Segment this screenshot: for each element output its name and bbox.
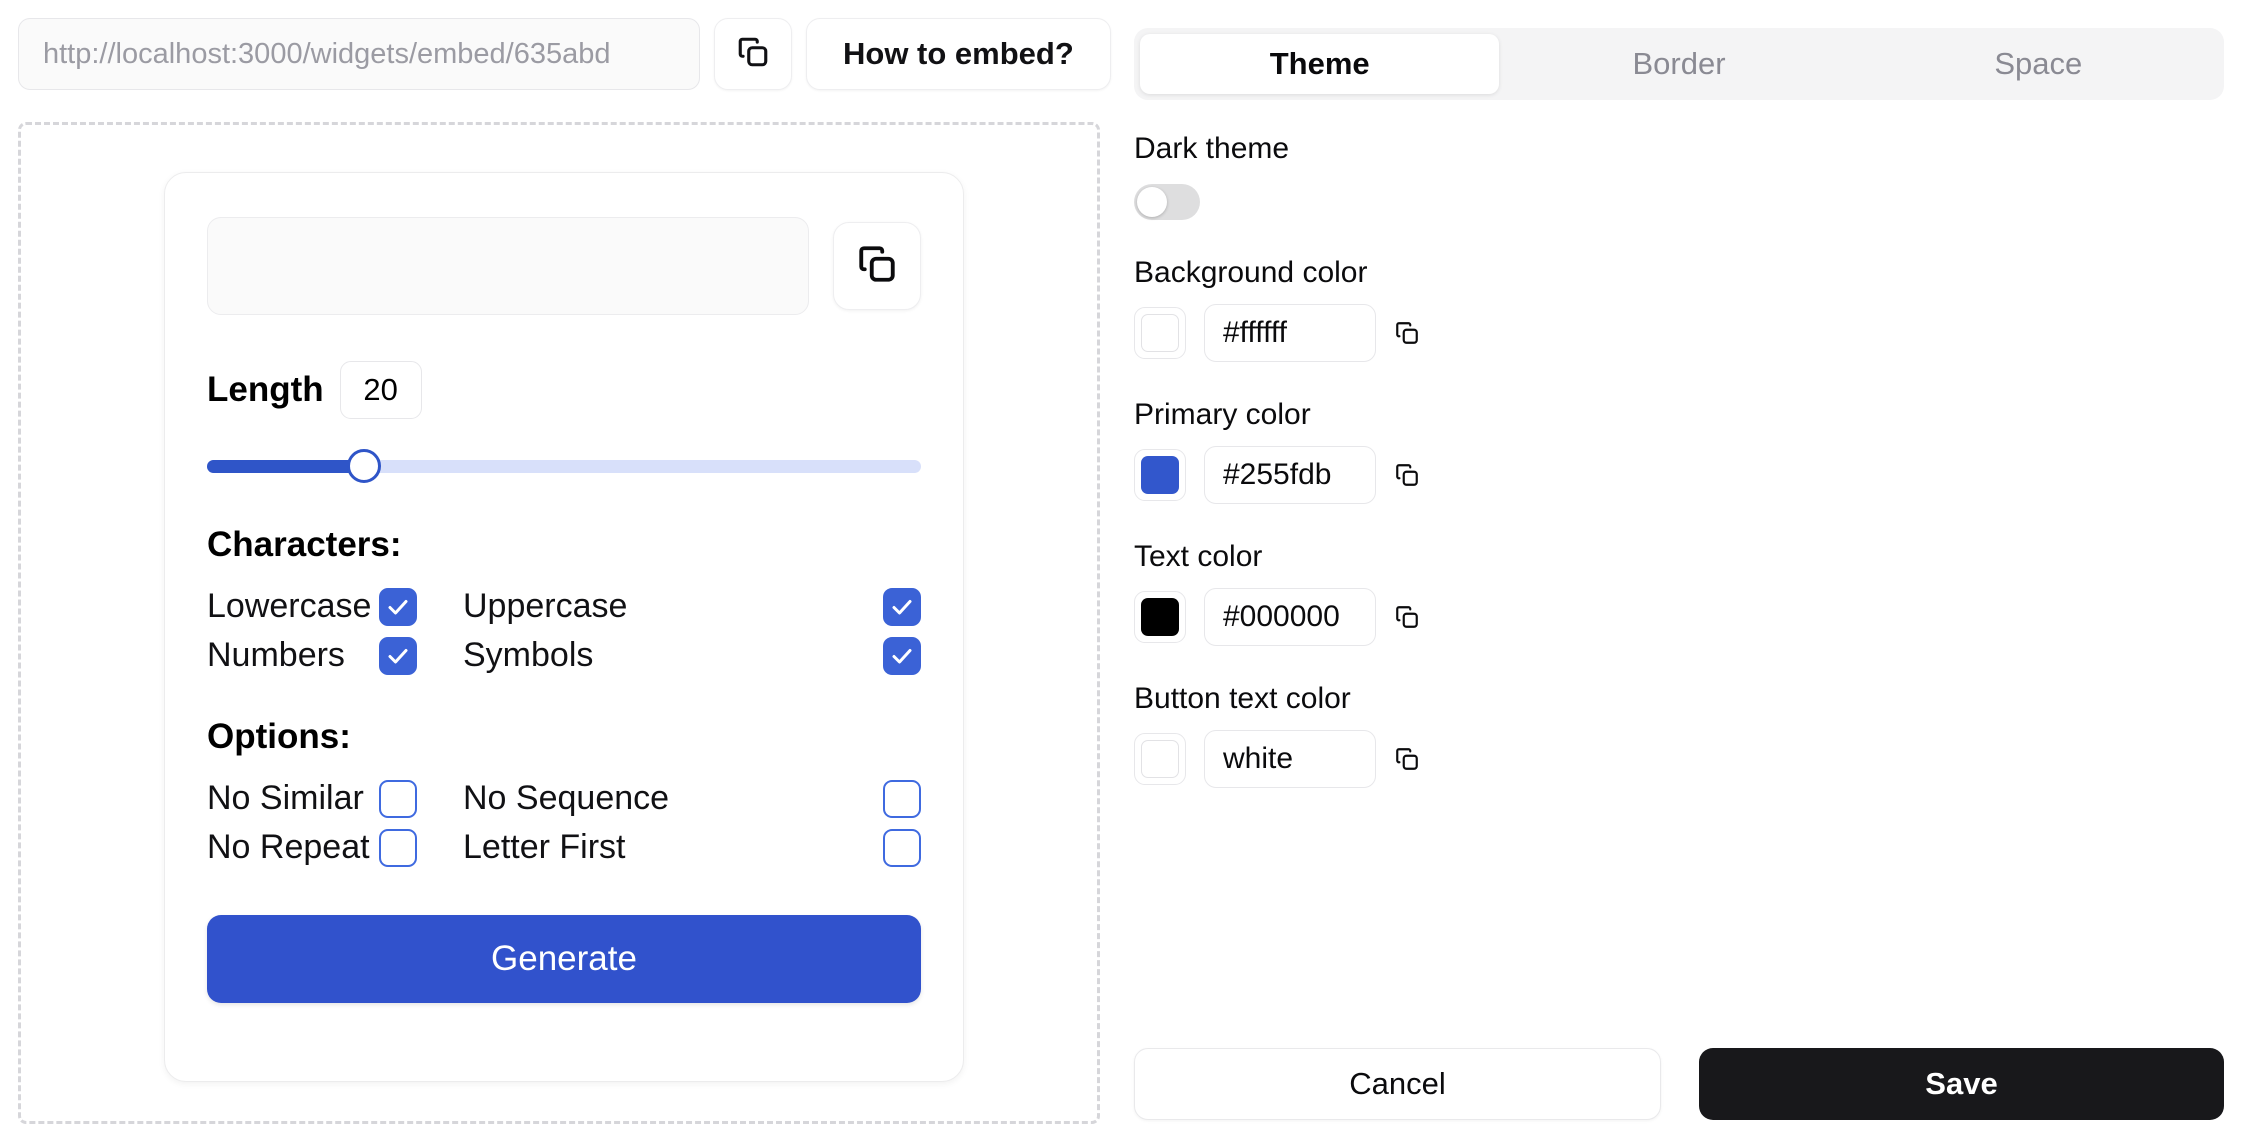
- dark-theme-toggle[interactable]: [1134, 184, 1200, 220]
- generate-button[interactable]: Generate: [207, 915, 921, 1003]
- copy-embed-url-button[interactable]: [714, 18, 792, 90]
- background-color-row: [1134, 304, 2224, 362]
- copy-background-color-button[interactable]: [1394, 320, 1420, 346]
- button-text-color-swatch-button[interactable]: [1134, 733, 1186, 785]
- button-text-color-row: [1134, 730, 2224, 788]
- checkbox-label-symbols: Symbols: [463, 636, 594, 674]
- primary-color-swatch-button[interactable]: [1134, 449, 1186, 501]
- checkbox-no-repeat[interactable]: [379, 828, 417, 867]
- background-color-label: Background color: [1134, 256, 1368, 289]
- text-color-row: [1134, 588, 2224, 646]
- background-color-setting: Background color: [1134, 256, 2224, 362]
- checkbox-label-no-similar: No Similar: [207, 779, 364, 817]
- slider-fill: [207, 460, 365, 473]
- slider-thumb[interactable]: [347, 449, 382, 483]
- settings-pane: Theme Border Space Dark theme Background…: [1120, 0, 2246, 1142]
- check-icon: [388, 648, 408, 663]
- theme-settings: Dark theme Background color #ffffff Prim…: [1134, 132, 2224, 788]
- color-swatch: [1141, 740, 1179, 778]
- preview-pane: How to embed? Length: [0, 0, 1120, 1142]
- checkbox-lowercase[interactable]: [379, 587, 417, 626]
- background-color-input[interactable]: [1204, 304, 1376, 362]
- characters-section-title: Characters:: [207, 525, 402, 564]
- check-icon: [892, 648, 912, 663]
- settings-footer: Cancel Save: [1134, 1048, 2224, 1120]
- checkbox-label-no-repeat: No Repeat: [207, 828, 370, 866]
- dark-theme-label: Dark theme: [1134, 132, 1290, 165]
- button-text-color-input[interactable]: [1204, 730, 1376, 788]
- checkbox-no-similar[interactable]: [379, 779, 417, 818]
- check-icon: [388, 599, 408, 614]
- tab-theme[interactable]: Theme: [1140, 34, 1500, 94]
- checkbox-symbols[interactable]: [883, 636, 921, 675]
- options-checkbox-grid: No Similar No Sequence No Repeat Letter …: [207, 779, 921, 867]
- tab-space[interactable]: Space: [1859, 34, 2218, 94]
- color-swatch: [1141, 314, 1179, 352]
- copy-icon: [736, 35, 770, 74]
- checkbox-no-sequence[interactable]: [883, 779, 921, 818]
- primary-color-label: Primary color: [1134, 398, 1311, 431]
- copy-icon: [1396, 748, 1418, 770]
- checkbox-label-numbers: Numbers: [207, 636, 345, 674]
- checkbox-label-lowercase: Lowercase: [207, 587, 372, 625]
- embed-url-input[interactable]: [18, 18, 700, 90]
- text-color-label: Text color: [1134, 540, 1263, 573]
- primary-color-row: [1134, 446, 2224, 504]
- copy-button-text-color-button[interactable]: [1394, 746, 1420, 772]
- copy-icon: [1396, 322, 1418, 344]
- button-text-color-label: Button text color: [1134, 682, 1351, 715]
- checkbox-label-letter-first: Letter First: [463, 828, 626, 866]
- save-button[interactable]: Save: [1699, 1048, 2224, 1120]
- password-output-row: [207, 217, 921, 315]
- text-color-setting: Text color: [1134, 540, 2224, 646]
- checkbox-uppercase[interactable]: [883, 587, 921, 626]
- characters-checkbox-grid: Lowercase Uppercase Numbers Symbols: [207, 587, 921, 675]
- toggle-knob: [1137, 187, 1167, 217]
- length-slider[interactable]: [207, 449, 921, 483]
- copy-password-button[interactable]: [833, 222, 921, 310]
- options-section-title: Options:: [207, 717, 351, 756]
- length-input[interactable]: [339, 361, 422, 419]
- primary-color-setting: Primary color: [1134, 398, 2224, 504]
- tab-border[interactable]: Border: [1499, 34, 1858, 94]
- password-generator-widget: Length Characters: Lowercase Uppercase: [164, 172, 964, 1082]
- copy-icon: [1396, 606, 1418, 628]
- settings-tabbar: Theme Border Space: [1134, 28, 2224, 100]
- widget-embed-configurator: How to embed? Length: [0, 0, 2246, 1142]
- background-color-swatch-button[interactable]: [1134, 307, 1186, 359]
- how-to-embed-button[interactable]: How to embed?: [806, 18, 1111, 90]
- copy-icon: [856, 243, 898, 290]
- checkbox-letter-first[interactable]: [883, 828, 921, 867]
- checkbox-numbers[interactable]: [379, 636, 417, 675]
- button-text-color-setting: Button text color: [1134, 682, 2224, 788]
- generated-password-field[interactable]: [207, 217, 809, 315]
- text-color-input[interactable]: [1204, 588, 1376, 646]
- checkbox-label-no-sequence: No Sequence: [463, 779, 670, 817]
- embed-url-bar: How to embed?: [18, 18, 1111, 90]
- copy-icon: [1396, 464, 1418, 486]
- copy-primary-color-button[interactable]: [1394, 462, 1420, 488]
- widget-preview-frame: Length Characters: Lowercase Uppercase: [18, 122, 1100, 1124]
- length-control-row: Length: [207, 361, 921, 419]
- copy-text-color-button[interactable]: [1394, 604, 1420, 630]
- color-swatch: [1141, 598, 1179, 636]
- cancel-button[interactable]: Cancel: [1134, 1048, 1661, 1120]
- text-color-swatch-button[interactable]: [1134, 591, 1186, 643]
- checkbox-label-uppercase: Uppercase: [463, 587, 628, 625]
- check-icon: [892, 599, 912, 614]
- primary-color-input[interactable]: [1204, 446, 1376, 504]
- length-label: Length: [207, 370, 324, 409]
- color-swatch: [1141, 456, 1179, 494]
